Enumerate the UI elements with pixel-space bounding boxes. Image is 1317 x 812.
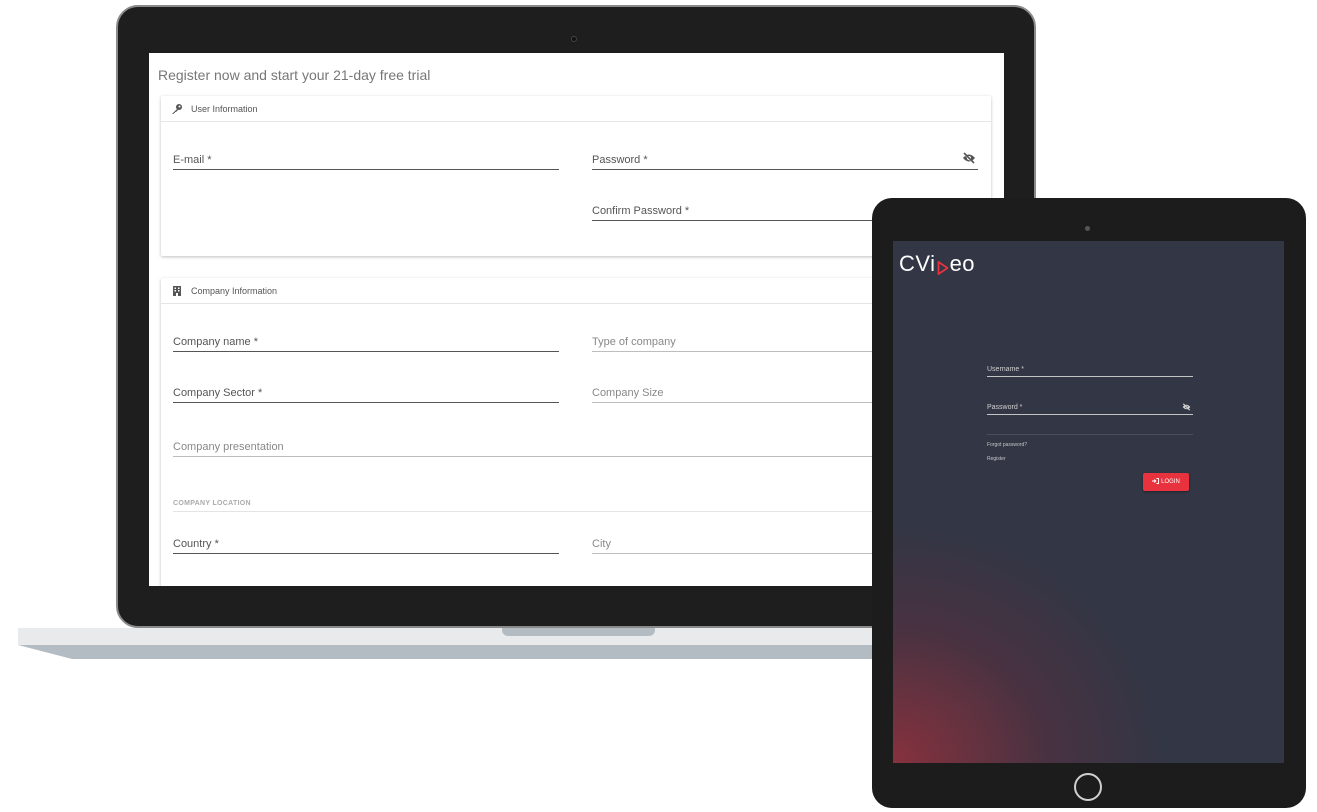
company-sector-label: Company Sector * [173,387,263,399]
logo-text-right: eo [949,251,976,276]
section-divider [173,511,978,512]
email-label: E-mail * [173,154,212,166]
company-information-card: Company Information Company name * Type … [161,278,991,586]
password-label: Password * [592,154,648,166]
company-type-label: Type of company [592,336,676,348]
company-presentation-field[interactable]: Company presentation [173,435,978,457]
cvideo-logo: CVi eo [899,251,975,277]
login-button[interactable]: LOGIN [1143,473,1189,491]
page-title: Register now and start your 21-day free … [158,67,431,83]
login-divider [987,434,1193,435]
username-field[interactable]: Username * [987,363,1193,377]
user-information-header: User Information [161,96,991,122]
login-password-field[interactable]: Password * [987,401,1193,415]
confirm-password-label: Confirm Password * [592,205,690,217]
password-field[interactable]: Password * [592,148,978,170]
register-link[interactable]: Register [987,456,1006,462]
forgot-password-link[interactable]: Forgot password? [987,442,1027,448]
email-field[interactable]: E-mail * [173,148,559,170]
login-password-label: Password * [987,404,1023,411]
company-presentation-label: Company presentation [173,441,284,453]
user-information-card: User Information E-mail * Password * Con… [161,96,991,256]
username-label: Username * [987,366,1024,373]
company-information-header: Company Information [161,278,991,304]
tablet-screen: CVi eo Username * Password * Forgot pass… [893,241,1284,763]
laptop-base-edge [18,645,918,659]
company-information-title: Company Information [191,285,278,296]
country-field[interactable]: Country * [173,532,559,554]
city-label: City [592,538,611,550]
laptop-notch [502,628,655,636]
company-location-section: COMPANY LOCATION [173,500,251,507]
login-button-label: LOGIN [1161,479,1180,485]
building-icon [171,285,183,297]
tablet-camera [1085,226,1090,231]
laptop-camera [571,36,577,42]
login-icon [1152,478,1160,486]
company-name-field[interactable]: Company name * [173,330,559,352]
company-size-label: Company Size [592,387,664,399]
eye-off-icon[interactable] [962,152,976,164]
company-name-label: Company name * [173,336,258,348]
eye-off-icon[interactable] [1182,403,1191,411]
key-icon [171,103,183,115]
laptop-base [18,628,918,645]
logo-text-left: CVi [899,251,936,276]
play-icon [937,256,949,275]
tablet-home-button [1074,773,1102,801]
country-label: Country * [173,538,219,550]
company-sector-field[interactable]: Company Sector * [173,381,559,403]
user-information-title: User Information [191,103,258,114]
